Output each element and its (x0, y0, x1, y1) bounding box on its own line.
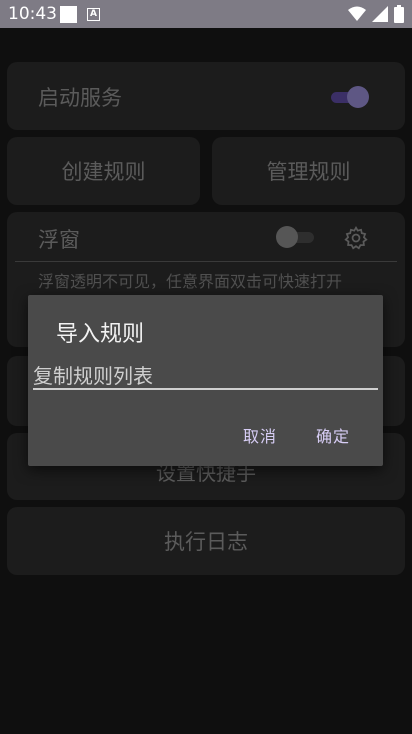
input-underline (33, 388, 378, 390)
create-rule-label: 创建规则 (61, 160, 146, 184)
float-window-switch[interactable] (276, 226, 318, 248)
manage-rule-label: 管理规则 (266, 160, 351, 184)
switch-thumb (276, 226, 298, 248)
execution-log-button[interactable]: 执行日志 (7, 507, 405, 575)
start-service-switch[interactable] (329, 86, 369, 108)
execution-log-label: 执行日志 (164, 530, 248, 554)
signal-icon (372, 6, 388, 22)
rule-list-input-value: 复制规则列表 (33, 364, 153, 388)
notification-a-icon: A (87, 8, 100, 21)
status-icons (348, 5, 404, 23)
import-rule-dialog: 导入规则 复制规则列表 取消 确定 (28, 295, 383, 466)
rule-list-input[interactable]: 复制规则列表 (33, 359, 378, 390)
switch-thumb (347, 86, 369, 108)
start-service-label: 启动服务 (38, 86, 122, 110)
ok-button[interactable]: 确定 (316, 423, 350, 447)
dialog-title: 导入规则 (56, 322, 145, 347)
status-time: 10:43 (8, 4, 57, 24)
divider (15, 261, 397, 262)
battery-icon (394, 5, 404, 23)
create-rule-button[interactable]: 创建规则 (7, 137, 200, 205)
gear-icon[interactable] (343, 225, 369, 251)
float-window-description: 浮窗透明不可见，任意界面双击可快速打开 (38, 272, 343, 291)
status-bar: 10:43 A (0, 0, 412, 28)
wifi-icon (348, 6, 366, 21)
float-window-label: 浮窗 (38, 228, 80, 252)
notification-square-icon (60, 6, 77, 23)
cancel-button[interactable]: 取消 (243, 423, 277, 447)
manage-rule-button[interactable]: 管理规则 (212, 137, 405, 205)
